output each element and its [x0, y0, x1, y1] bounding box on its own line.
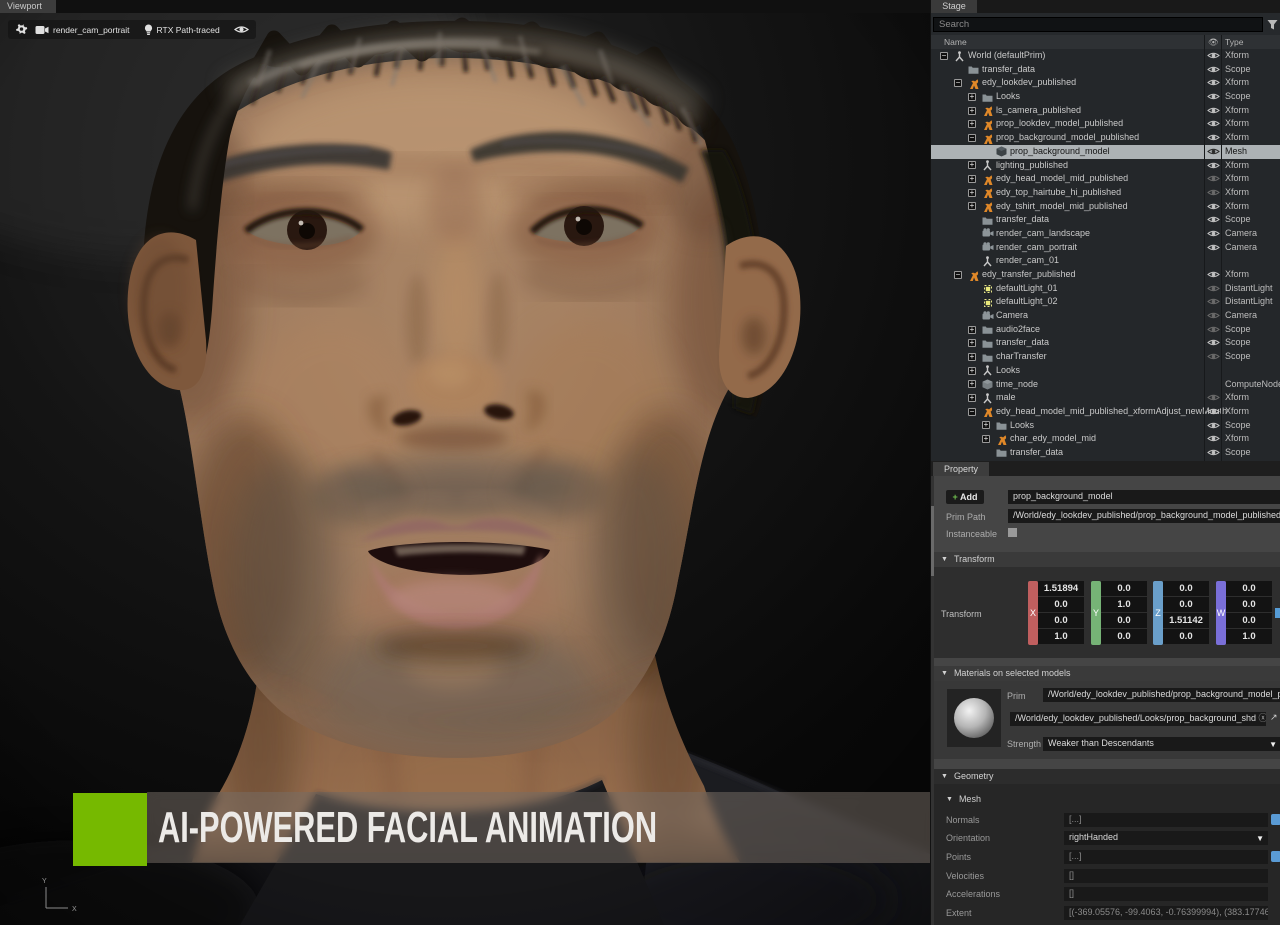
svg-text:X: X	[72, 906, 77, 913]
svg-text:Y: Y	[42, 878, 47, 885]
